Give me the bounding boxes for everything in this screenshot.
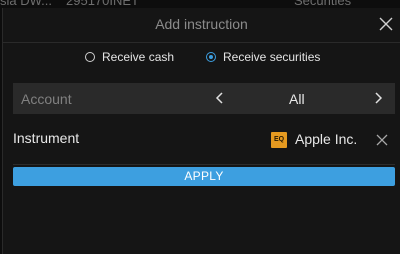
chevron-right-icon[interactable] bbox=[371, 91, 385, 105]
radio-checked-icon bbox=[206, 52, 216, 62]
chevron-left-icon[interactable] bbox=[213, 91, 227, 105]
account-value: All bbox=[289, 91, 305, 107]
radio-unchecked-icon bbox=[85, 52, 95, 62]
background-cell-name: sia DW... bbox=[0, 0, 53, 8]
account-label: Account bbox=[21, 91, 72, 107]
instrument-label: Instrument bbox=[13, 130, 80, 146]
receive-securities-label: Receive securities bbox=[223, 50, 321, 64]
account-selector: Account All bbox=[13, 83, 395, 114]
receive-cash-label: Receive cash bbox=[102, 50, 175, 64]
receive-securities-radio[interactable]: Receive securities bbox=[206, 50, 320, 64]
instrument-row: Instrument EQ Apple Inc. bbox=[13, 126, 395, 156]
equity-badge: EQ bbox=[271, 132, 287, 148]
instruction-type-radio-group: Receive cash Receive securities bbox=[3, 50, 400, 68]
add-instruction-dialog: Add instruction Receive cash Receive sec… bbox=[2, 8, 400, 254]
close-icon[interactable] bbox=[378, 16, 394, 32]
background-cell-type: Securities bbox=[294, 0, 352, 8]
remove-instrument-icon[interactable] bbox=[375, 133, 389, 147]
receive-cash-radio[interactable]: Receive cash bbox=[85, 50, 174, 64]
divider bbox=[13, 164, 395, 165]
apply-button[interactable]: APPLY bbox=[13, 167, 395, 186]
background-cell-code: 295170INET bbox=[66, 0, 139, 8]
dialog-header: Add instruction bbox=[3, 8, 400, 43]
instrument-name: Apple Inc. bbox=[295, 131, 358, 147]
dialog-title: Add instruction bbox=[155, 16, 248, 32]
screen: sia DW... 295170INET Securities Add inst… bbox=[0, 0, 400, 254]
